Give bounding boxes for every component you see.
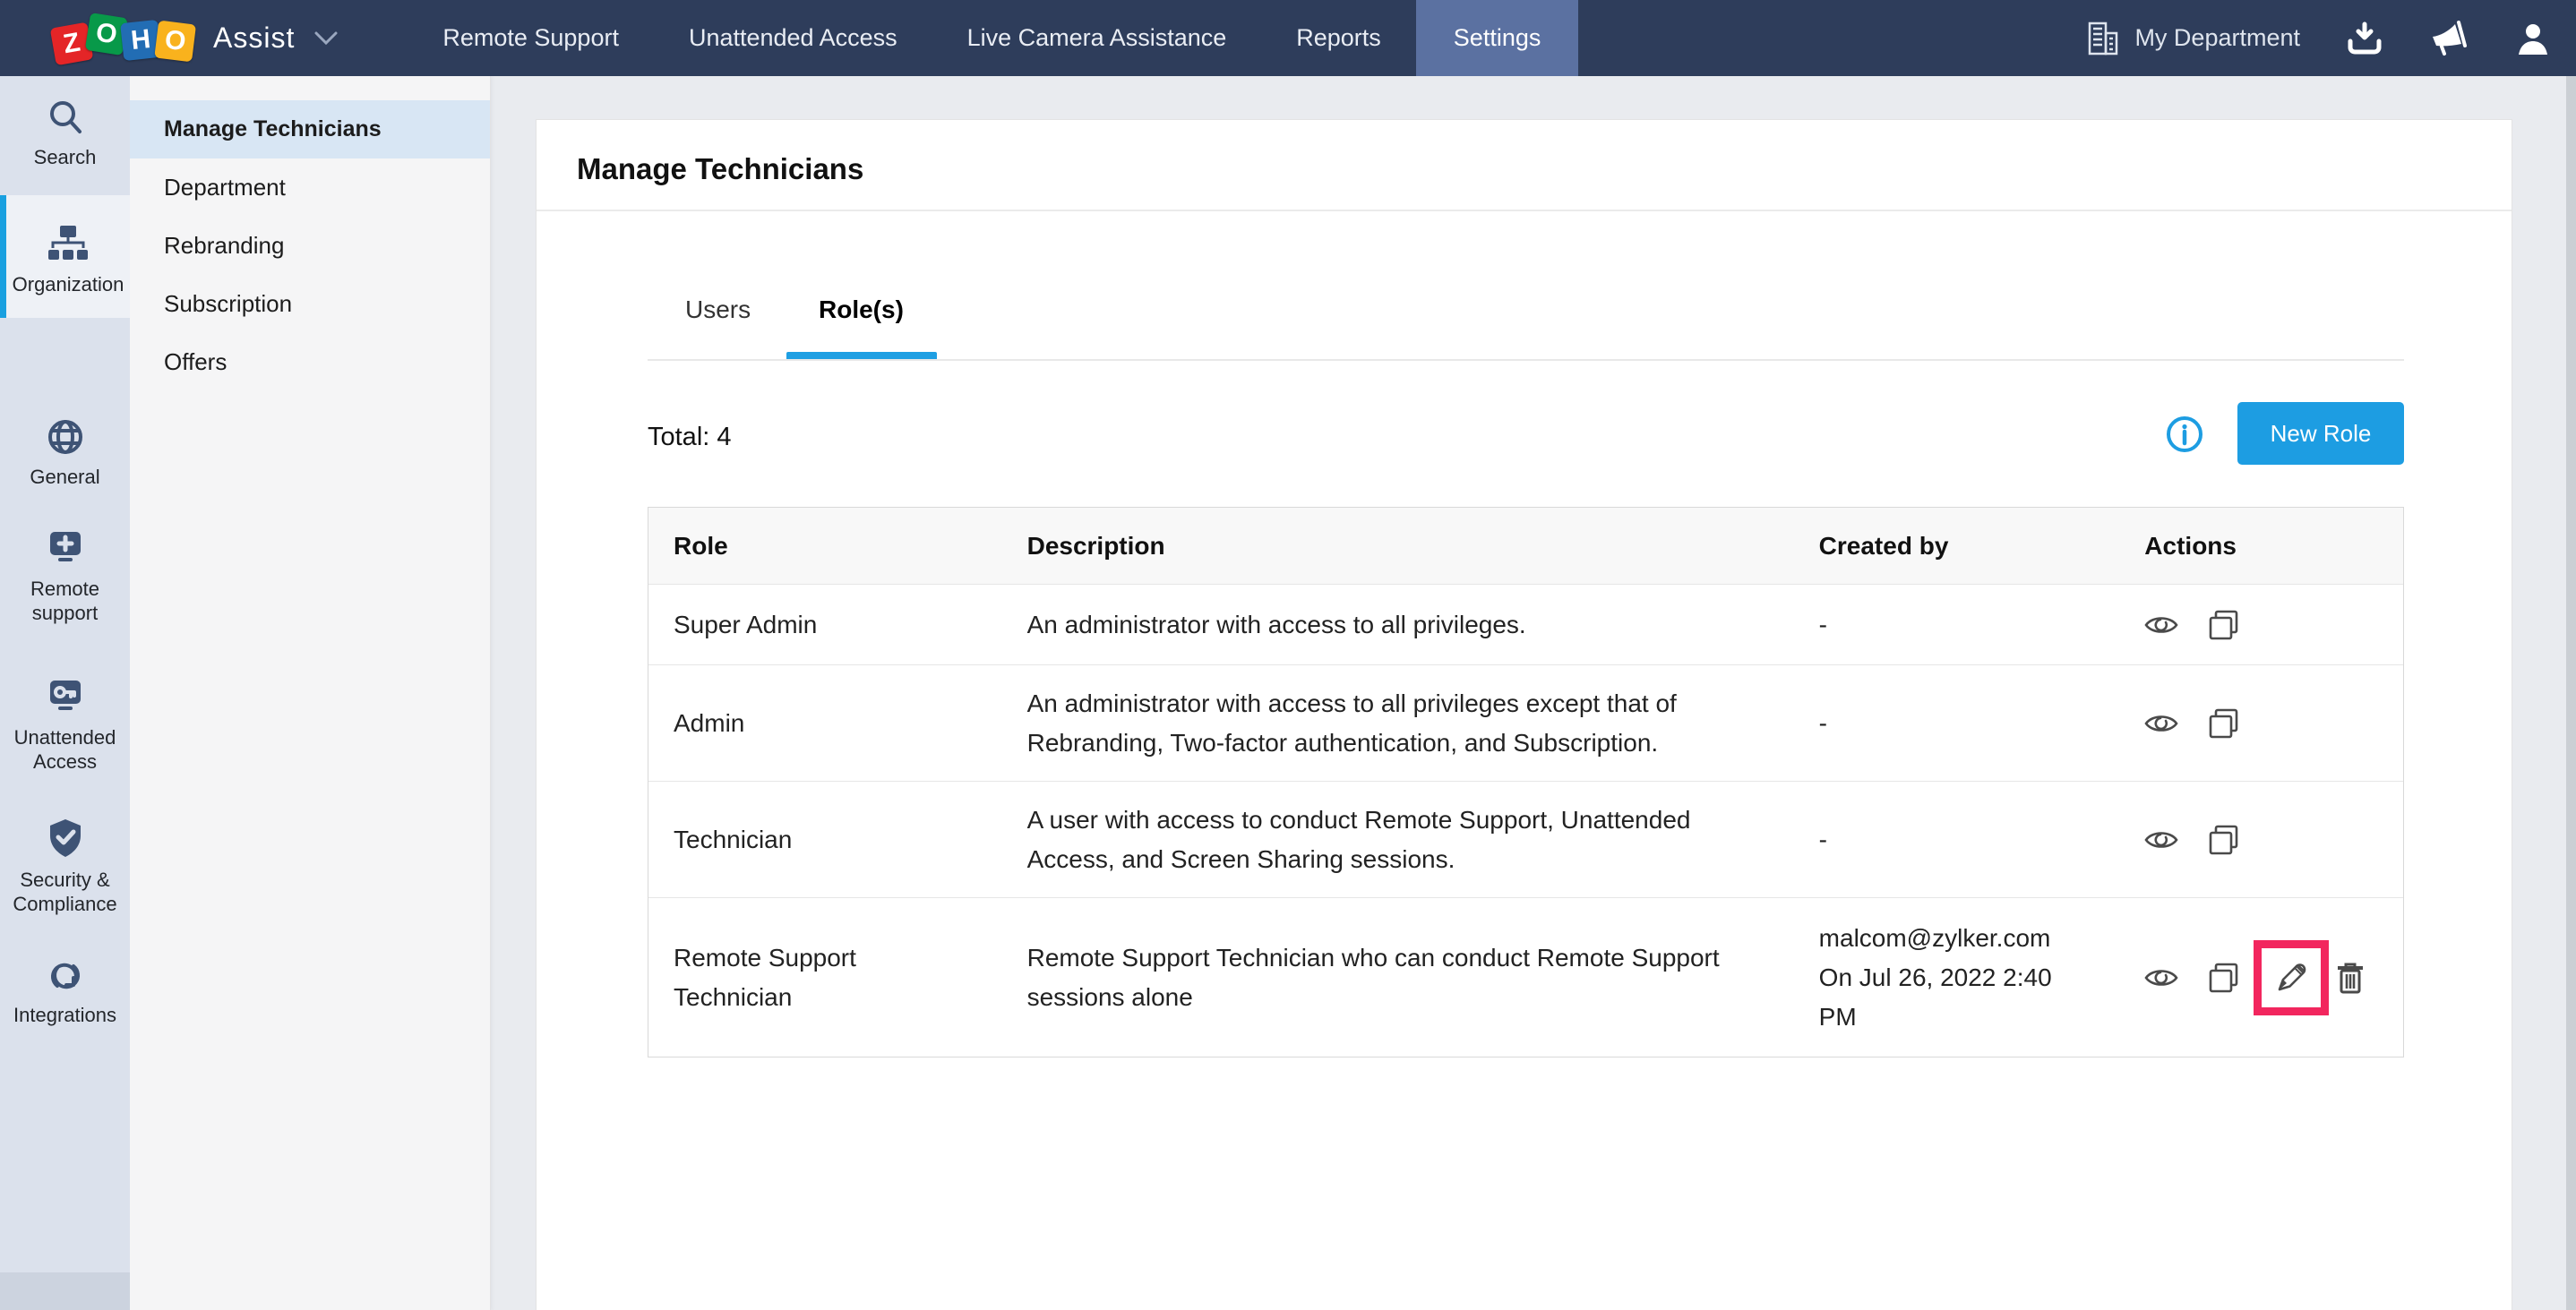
settings-item-manage-technicians[interactable]: Manage Technicians bbox=[130, 100, 490, 158]
tab-roles[interactable]: Role(s) bbox=[819, 295, 904, 324]
sidebar-item-integrations[interactable]: Integrations bbox=[0, 958, 130, 1027]
column-header-description: Description bbox=[1005, 532, 1783, 561]
product-name: Assist bbox=[213, 21, 295, 55]
main-area: Manage Technicians Users Role(s) Total: … bbox=[491, 76, 2576, 1310]
sidebar-item-label: General bbox=[0, 465, 130, 489]
sidebar-item-unattended-access[interactable]: Unattended Access bbox=[0, 679, 130, 774]
role-name: Technician bbox=[674, 820, 978, 860]
role-created-by: - bbox=[1819, 605, 2079, 645]
info-icon[interactable] bbox=[2165, 415, 2204, 454]
page-title: Manage Technicians bbox=[577, 152, 863, 186]
chevron-down-icon[interactable] bbox=[314, 31, 338, 46]
user-account-icon[interactable] bbox=[2515, 21, 2551, 56]
table-row: Super Admin An administrator with access… bbox=[648, 584, 2403, 664]
edit-role-icon[interactable] bbox=[2275, 962, 2307, 994]
total-count-label: Total: 4 bbox=[648, 423, 732, 452]
left-sidebar: Search Organization General bbox=[0, 76, 130, 1310]
content-card: Manage Technicians Users Role(s) Total: … bbox=[536, 119, 2512, 1310]
table-row: Admin An administrator with access to al… bbox=[648, 664, 2403, 781]
nav-item-reports[interactable]: Reports bbox=[1261, 0, 1416, 76]
sidebar-item-general[interactable]: General bbox=[0, 418, 130, 489]
settings-item-department[interactable]: Department bbox=[130, 158, 490, 217]
view-role-icon[interactable] bbox=[2144, 712, 2178, 735]
sidebar-item-label: Organization bbox=[6, 272, 130, 296]
view-role-icon[interactable] bbox=[2144, 828, 2178, 852]
zoho-logo-letter: O bbox=[154, 20, 196, 62]
globe-icon bbox=[0, 418, 130, 456]
copy-role-icon[interactable] bbox=[2208, 707, 2240, 740]
sidebar-item-label: Integrations bbox=[0, 1003, 130, 1027]
sidebar-item-label: Remote support bbox=[0, 577, 130, 625]
role-description: An administrator with access to all priv… bbox=[1027, 605, 1744, 645]
new-role-button[interactable]: New Role bbox=[2237, 402, 2404, 465]
role-name: Remote Support Technician bbox=[674, 938, 978, 1017]
tabs-baseline bbox=[648, 359, 2404, 361]
table-row: Technician A user with access to conduct… bbox=[648, 781, 2403, 897]
org-hierarchy-icon bbox=[6, 224, 130, 263]
sidebar-item-security-compliance[interactable]: Security & Compliance bbox=[0, 818, 130, 916]
settings-item-rebranding[interactable]: Rebranding bbox=[130, 217, 490, 275]
column-header-role: Role bbox=[648, 532, 1005, 561]
building-icon bbox=[2086, 21, 2120, 56]
role-description: Remote Support Technician who can conduc… bbox=[1027, 938, 1744, 1017]
column-header-actions: Actions bbox=[2123, 532, 2403, 561]
monitor-plus-icon bbox=[0, 530, 130, 568]
download-icon[interactable] bbox=[2347, 21, 2383, 56]
sidebar-item-partial-icon bbox=[52, 1300, 79, 1310]
department-switcher[interactable]: My Department bbox=[2086, 21, 2300, 56]
settings-sidebar: Manage Technicians Department Rebranding… bbox=[130, 76, 491, 1310]
role-name: Admin bbox=[674, 704, 978, 743]
monitor-key-icon bbox=[0, 679, 130, 716]
settings-item-subscription[interactable]: Subscription bbox=[130, 275, 490, 333]
edit-action-highlight-box bbox=[2254, 940, 2329, 1015]
role-created-by: malcom@zylker.com On Jul 26, 2022 2:40 P… bbox=[1819, 919, 2079, 1037]
role-description: A user with access to conduct Remote Sup… bbox=[1027, 801, 1744, 879]
search-icon bbox=[0, 98, 130, 136]
tab-users[interactable]: Users bbox=[685, 295, 751, 324]
vertical-scrollbar[interactable] bbox=[2566, 76, 2576, 1310]
column-header-created-by: Created by bbox=[1783, 532, 2124, 561]
settings-item-offers[interactable]: Offers bbox=[130, 333, 490, 391]
role-name: Super Admin bbox=[674, 605, 978, 645]
department-name: My Department bbox=[2134, 24, 2300, 52]
sidebar-item-organization[interactable]: Organization bbox=[0, 195, 130, 318]
role-description: An administrator with access to all priv… bbox=[1027, 684, 1744, 763]
brand[interactable]: Z O H O Assist bbox=[52, 0, 338, 76]
integrations-sync-icon bbox=[0, 958, 130, 994]
delete-role-icon[interactable] bbox=[2334, 961, 2366, 995]
copy-role-icon[interactable] bbox=[2208, 962, 2240, 994]
primary-nav: Remote Support Unattended Access Live Ca… bbox=[408, 0, 1578, 76]
zoho-logo: Z O H O bbox=[52, 20, 192, 57]
title-divider bbox=[537, 210, 2512, 211]
copy-role-icon[interactable] bbox=[2208, 824, 2240, 856]
role-created-by: - bbox=[1819, 820, 2079, 860]
copy-role-icon[interactable] bbox=[2208, 609, 2240, 641]
topnav-right-group: My Department bbox=[2086, 0, 2551, 76]
table-row: Remote Support Technician Remote Support… bbox=[648, 897, 2403, 1057]
view-role-icon[interactable] bbox=[2144, 613, 2178, 637]
sidebar-item-label: Search bbox=[0, 145, 130, 169]
sidebar-item-remote-support[interactable]: Remote support bbox=[0, 530, 130, 625]
nav-item-settings[interactable]: Settings bbox=[1416, 0, 1579, 76]
roles-table: Role Description Created by Actions Supe… bbox=[648, 507, 2404, 1057]
role-created-by: - bbox=[1819, 704, 2079, 743]
nav-item-remote-support[interactable]: Remote Support bbox=[408, 0, 654, 76]
view-role-icon[interactable] bbox=[2144, 966, 2178, 989]
table-header-row: Role Description Created by Actions bbox=[648, 508, 2403, 584]
sidebar-item-search[interactable]: Search bbox=[0, 98, 130, 169]
nav-item-live-camera-assistance[interactable]: Live Camera Assistance bbox=[932, 0, 1262, 76]
sidebar-item-label: Security & Compliance bbox=[0, 868, 130, 916]
announcements-icon[interactable] bbox=[2429, 21, 2469, 56]
nav-item-unattended-access[interactable]: Unattended Access bbox=[654, 0, 932, 76]
sidebar-item-label: Unattended Access bbox=[0, 725, 130, 774]
shield-check-icon bbox=[0, 818, 130, 859]
top-navbar: Z O H O Assist Remote Support Unattended… bbox=[0, 0, 2576, 76]
